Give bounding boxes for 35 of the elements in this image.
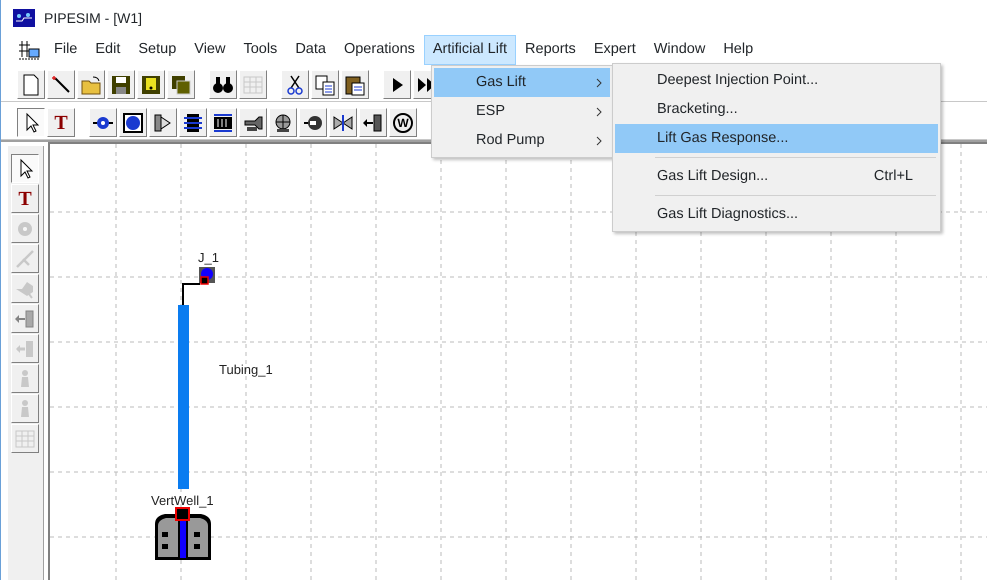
toolbar-button[interactable] — [11, 154, 39, 183]
well-node[interactable] — [155, 507, 211, 560]
menu-item[interactable]: Expert — [584, 34, 645, 66]
window-title: PIPESIM - [W1] — [44, 8, 142, 28]
toolbar-button[interactable]: T — [11, 184, 39, 213]
toolbar-button[interactable]: W — [389, 108, 417, 137]
menu-item[interactable]: Setup — [129, 34, 186, 66]
menu-item[interactable]: Bracketing... — [615, 95, 938, 124]
copy-icon — [313, 72, 337, 96]
menu-item[interactable]: Artificial Lift — [424, 34, 516, 66]
menu-item[interactable]: Rod Pump — [434, 126, 610, 155]
menu-item[interactable]: Lift Gas Response... — [615, 124, 938, 153]
node-label: VertWell_1 — [151, 492, 214, 510]
menu-item[interactable]: Gas Lift Design... Ctrl+L — [615, 162, 938, 191]
menu-item[interactable]: Help — [714, 34, 762, 66]
box-source-icon — [121, 110, 145, 134]
node-label: J_1 — [198, 249, 219, 267]
app-icon — [13, 9, 35, 27]
junction-node[interactable] — [199, 267, 215, 285]
menu-item[interactable]: Edit — [86, 34, 130, 66]
menu-item[interactable]: Window — [644, 34, 714, 66]
menu-item[interactable]: Data — [286, 34, 335, 66]
toolbar-button[interactable] — [17, 108, 45, 137]
menu-item[interactable]: Operations — [334, 34, 424, 66]
menu-item[interactable]: File — [45, 34, 86, 66]
menu-item[interactable]: Reports — [516, 34, 585, 66]
menu-item[interactable]: Deepest Injection Point... — [615, 66, 938, 95]
toolbar-button[interactable]: T — [47, 108, 75, 137]
menu-item[interactable]: Gas Lift — [434, 68, 610, 97]
menu-item[interactable]: Tools — [234, 34, 286, 66]
menu-item[interactable]: ESP — [434, 97, 610, 126]
connector-line — [182, 283, 200, 306]
menu-item[interactable]: View — [185, 34, 234, 66]
menu-item[interactable]: Gas Lift Diagnostics... — [615, 200, 938, 229]
node-label: Tubing_1 — [219, 361, 273, 379]
